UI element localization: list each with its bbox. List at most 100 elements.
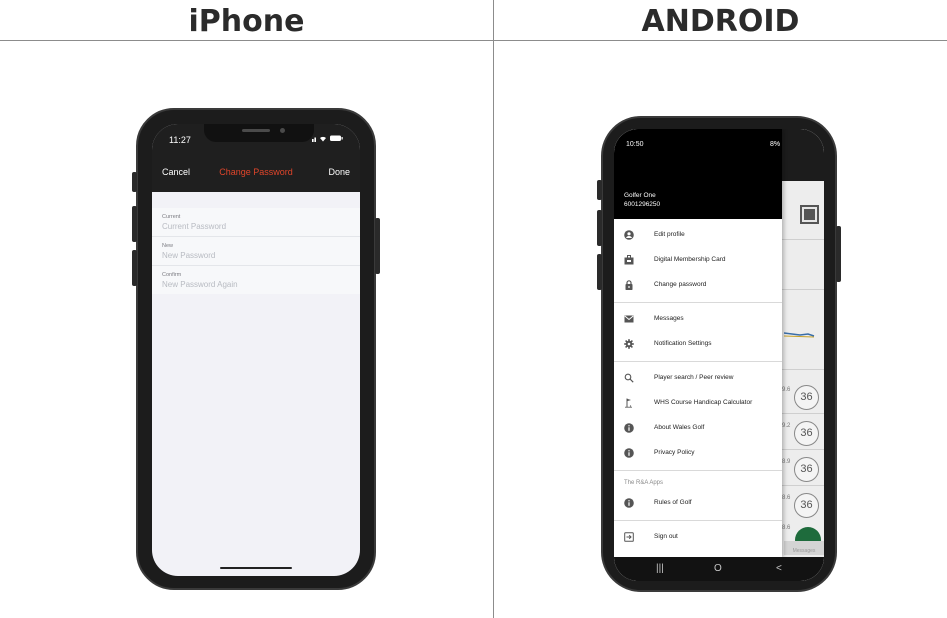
menu-divider (614, 470, 782, 471)
android-volume-up-button (597, 210, 602, 246)
password-form: Current New Confirm (152, 208, 360, 294)
status-time: 11:27 (169, 135, 191, 145)
menu-item-sign-out[interactable]: Sign out (614, 525, 782, 550)
menu-item-messages[interactable]: Messages (614, 307, 782, 332)
golf-flag-icon (625, 398, 632, 408)
menu-item-label: Notification Settings (654, 340, 712, 347)
menu-item-player-search[interactable]: Player search / Peer review (614, 366, 782, 391)
android-heading: ANDROID (641, 4, 800, 39)
user-number: 6001296250 (624, 201, 661, 208)
volume-up-button (132, 206, 137, 242)
score-badge[interactable]: 36 (794, 421, 819, 446)
horizontal-divider (0, 40, 947, 41)
menu-item-label: WHS Course Handicap Calculator (654, 399, 753, 406)
iphone-nav-bar: Cancel Change Password Done (152, 154, 360, 192)
menu-item-about-wales-golf[interactable]: About Wales Golf (614, 416, 782, 441)
iphone-status-bar: 11:27 (152, 124, 360, 154)
qr-code-icon[interactable] (800, 205, 819, 224)
confirm-password-row: Confirm (152, 266, 360, 294)
lock-icon (625, 280, 633, 290)
menu-item-rules-of-golf[interactable]: Rules of Golf (614, 491, 782, 516)
score-value: 8.6 (782, 495, 791, 501)
home-button[interactable]: O (714, 563, 722, 574)
home-indicator[interactable] (220, 567, 292, 569)
menu-divider (614, 520, 782, 521)
menu-item-label: Rules of Golf (654, 499, 692, 506)
score-value: 8.9 (782, 459, 791, 465)
volume-down-button (132, 250, 137, 286)
row-divider (782, 369, 824, 370)
recent-apps-button[interactable]: ||| (656, 563, 664, 574)
menu-item-notification-settings[interactable]: Notification Settings (614, 332, 782, 357)
back-button[interactable]: < (776, 563, 782, 574)
row-divider (782, 449, 824, 450)
iphone-heading: iPhone (188, 4, 305, 39)
new-password-row: New (152, 237, 360, 266)
mute-switch (132, 172, 137, 192)
vertical-divider (493, 0, 494, 618)
power-button (375, 218, 380, 274)
row-divider (782, 239, 824, 240)
menu-item-whs-calculator[interactable]: WHS Course Handicap Calculator (614, 391, 782, 416)
score-badge[interactable]: 36 (794, 457, 819, 482)
score-value: 9.2 (782, 423, 791, 429)
search-icon (624, 373, 634, 383)
row-divider (782, 413, 824, 414)
status-icons (312, 134, 346, 144)
messages-tab[interactable]: Messages (784, 541, 824, 555)
android-side-button-1 (597, 180, 602, 200)
menu-item-label: Edit profile (654, 231, 685, 238)
done-button[interactable]: Done (328, 167, 350, 177)
current-password-row: Current (152, 208, 360, 237)
score-value: 9.6 (782, 387, 791, 393)
menu-item-label: Sign out (654, 533, 678, 540)
menu-divider (614, 361, 782, 362)
card-icon (624, 255, 634, 265)
menu-item-privacy-policy[interactable]: Privacy Policy (614, 441, 782, 466)
speaker-grille (242, 129, 270, 132)
navigation-drawer: 10:50 8% Golfer One 6001296250 Edit prof… (614, 129, 782, 557)
confirm-password-field[interactable] (162, 280, 350, 289)
score-badge[interactable]: 36 (794, 385, 819, 410)
iphone-notch (204, 124, 314, 142)
info-icon (624, 423, 634, 433)
section-label-ra-apps: The R&A Apps (624, 480, 664, 486)
iphone-device: 11:27 Cancel Change Password Done Curren… (132, 108, 380, 590)
row-divider (782, 485, 824, 486)
info-icon (624, 448, 634, 458)
gear-icon (624, 339, 634, 349)
android-device: 9.6 36 9.2 36 8.9 36 8.6 36 8.6 Messages… (597, 116, 841, 592)
android-power-button (836, 226, 841, 282)
android-volume-down-button (597, 254, 602, 290)
battery-level: 8% (770, 141, 781, 148)
menu-item-label: Change password (654, 281, 707, 288)
score-badge[interactable]: 36 (794, 493, 819, 518)
iphone-screen: 11:27 Cancel Change Password Done Curren… (152, 124, 360, 576)
menu-item-digital-membership-card[interactable]: Digital Membership Card (614, 248, 782, 273)
signal-wifi-battery-icon (312, 135, 343, 142)
menu-item-label: Player search / Peer review (654, 374, 734, 381)
score-value: 8.6 (782, 525, 791, 531)
current-password-field[interactable] (162, 222, 350, 231)
front-camera (280, 128, 285, 133)
drawer-header: 10:50 8% Golfer One 6001296250 (614, 129, 782, 219)
user-name: Golfer One (624, 192, 656, 199)
confirm-password-label: Confirm (162, 272, 182, 278)
row-divider (782, 289, 824, 290)
envelope-icon (624, 315, 634, 323)
new-password-field[interactable] (162, 251, 350, 260)
sign-out-icon (624, 532, 634, 542)
menu-item-label: About Wales Golf (654, 424, 705, 431)
handicap-graph (784, 332, 815, 338)
android-screen: 9.6 36 9.2 36 8.9 36 8.6 36 8.6 Messages… (614, 129, 824, 581)
android-navigation-bar: ||| O < (614, 557, 824, 581)
menu-item-label: Digital Membership Card (654, 256, 726, 263)
menu-divider (614, 302, 782, 303)
menu-item-label: Messages (654, 315, 684, 322)
info-icon (624, 498, 634, 508)
menu-item-label: Privacy Policy (654, 449, 695, 456)
account-circle-icon (624, 230, 634, 240)
menu-item-change-password[interactable]: Change password (614, 273, 782, 298)
new-password-label: New (162, 243, 174, 249)
menu-item-edit-profile[interactable]: Edit profile (614, 223, 782, 248)
